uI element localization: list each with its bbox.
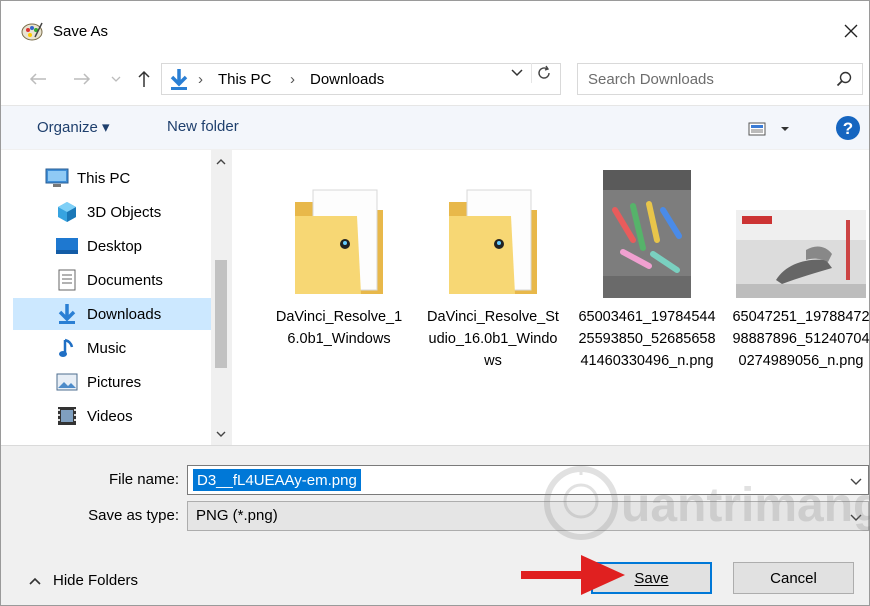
cancel-button[interactable]: Cancel: [733, 562, 854, 594]
address-bar[interactable]: › This PC › Downloads: [161, 63, 561, 95]
chevron-up-icon: [29, 577, 41, 585]
view-options-button[interactable]: [745, 118, 801, 140]
sidebar-item-label: This PC: [77, 169, 131, 187]
chevron-down-icon: [216, 431, 226, 437]
view-options-icon: [748, 122, 789, 136]
address-row: › This PC › Downloads: [1, 53, 869, 105]
scroll-down-button[interactable]: [213, 426, 229, 442]
close-button[interactable]: [833, 13, 869, 49]
cube-icon: [55, 201, 79, 223]
organize-button[interactable]: Organize ▾: [37, 118, 110, 136]
sidebar-item-label: Downloads: [87, 305, 162, 323]
up-button[interactable]: [133, 67, 155, 91]
refresh-icon: [537, 65, 550, 79]
save-type-select[interactable]: PNG (*.png): [187, 501, 869, 531]
file-name: 65003461_1978454425593850_52685658414603…: [578, 309, 716, 369]
navigation-scrollbar[interactable]: [211, 150, 231, 445]
save-type-dropdown[interactable]: [850, 509, 862, 526]
download-icon: [55, 303, 79, 325]
arrow-up-icon: [138, 70, 150, 87]
search-input[interactable]: [578, 64, 828, 94]
computer-icon: [45, 167, 69, 189]
folder-icon: [295, 189, 383, 294]
sidebar-item-label: 3D Objects: [87, 203, 162, 221]
save-as-dialog: Save As › This PC › Downloads Search Dow…: [0, 0, 870, 606]
hide-folders-toggle[interactable]: Hide Folders: [29, 572, 138, 589]
image-thumbnail: [736, 210, 866, 298]
window-title: Save As: [53, 23, 109, 40]
file-name-field[interactable]: D3__fL4UEAAy-em.png: [187, 465, 869, 495]
sidebar-item-videos[interactable]: Videos: [55, 400, 211, 432]
navigation-pane: This PC 3D Objects Desktop Documents Dow…: [1, 150, 231, 445]
breadcrumb-downloads[interactable]: Downloads: [310, 71, 384, 88]
search-icon[interactable]: [836, 71, 852, 91]
sidebar-item-desktop[interactable]: Desktop: [55, 230, 211, 262]
file-list: DaVinci_Resolve_16.0b1_Windows DaVinci_R…: [232, 150, 870, 445]
hide-folders-label: Hide Folders: [53, 572, 139, 589]
file-name: DaVinci_Resolve_16.0b1_Windows: [275, 309, 403, 347]
sidebar-item-label: Desktop: [87, 237, 143, 255]
sidebar-item-documents[interactable]: Documents: [55, 264, 211, 296]
close-icon: [844, 24, 858, 38]
sidebar-item-3d-objects[interactable]: 3D Objects: [55, 196, 211, 228]
scrollbar-thumb[interactable]: [215, 260, 227, 368]
download-icon: [168, 67, 190, 95]
svg-text:?: ?: [843, 119, 853, 138]
help-icon[interactable]: ?: [835, 115, 861, 145]
save-type-label: Save as type:: [88, 507, 179, 524]
pictures-icon: [55, 371, 79, 393]
forward-button[interactable]: [71, 67, 93, 91]
breadcrumb-this-pc[interactable]: This PC: [218, 71, 271, 88]
save-type-value: PNG (*.png): [196, 507, 278, 524]
chevron-down-icon: [850, 478, 862, 485]
music-icon: [55, 337, 79, 359]
file-name-label: File name:: [108, 471, 179, 488]
cancel-label: Cancel: [770, 569, 817, 587]
document-icon: [55, 269, 79, 291]
file-item[interactable]: DaVinci_Resolve_16.0b1_Windows: [264, 158, 414, 350]
chevron-down-icon: [850, 514, 862, 521]
file-name: DaVinci_Resolve_Studio_16.0b1_Windows: [427, 309, 559, 369]
breadcrumb-separator[interactable]: ›: [290, 71, 295, 88]
arrow-left-icon: [29, 73, 46, 85]
folder-icon: [449, 189, 537, 294]
title-bar: Save As: [1, 1, 869, 53]
file-name-value[interactable]: D3__fL4UEAAy-em.png: [193, 469, 361, 491]
chevron-up-icon: [216, 159, 226, 165]
sidebar-item-downloads[interactable]: Downloads: [13, 298, 211, 330]
desktop-icon: [55, 235, 79, 257]
file-name: 65047251_1978847298887896_51240704027498…: [732, 309, 870, 369]
chevron-down-icon: [111, 76, 121, 82]
command-bar: Organize ▾ New folder ?: [1, 105, 869, 149]
file-item[interactable]: DaVinci_Resolve_Studio_16.0b1_Windows: [418, 158, 568, 372]
sidebar-item-label: Music: [87, 339, 127, 357]
sidebar-item-label: Documents: [87, 271, 163, 289]
scroll-up-button[interactable]: [213, 154, 229, 170]
paint-palette-icon: [21, 21, 43, 41]
sidebar-item-music[interactable]: Music: [55, 332, 211, 364]
videos-icon: [55, 405, 79, 427]
sidebar-item-pictures[interactable]: Pictures: [55, 366, 211, 398]
file-name-dropdown[interactable]: [850, 473, 862, 490]
file-item[interactable]: 65047251_1978847298887896_51240704027498…: [726, 158, 870, 372]
save-form: File name: D3__fL4UEAAy-em.png Save as t…: [1, 445, 869, 605]
new-folder-button[interactable]: New folder: [167, 118, 239, 135]
back-button[interactable]: [27, 67, 49, 91]
refresh-button[interactable]: [531, 63, 555, 83]
arrow-right-icon: [74, 73, 91, 85]
save-label: Save: [634, 569, 669, 587]
sidebar-item-label: Pictures: [87, 373, 142, 391]
recent-locations-button[interactable]: [105, 67, 127, 91]
file-item[interactable]: 65003461_1978454425593850_52685658414603…: [572, 158, 722, 372]
search-box[interactable]: [577, 63, 863, 95]
breadcrumb-separator[interactable]: ›: [198, 71, 203, 88]
red-arrow-annotation: [521, 555, 625, 595]
address-dropdown-button[interactable]: [508, 65, 526, 81]
image-thumbnail: [603, 170, 691, 298]
sidebar-item-label: Videos: [87, 407, 133, 425]
sidebar-item-this-pc[interactable]: This PC: [45, 162, 211, 194]
chevron-down-icon: [511, 69, 523, 77]
